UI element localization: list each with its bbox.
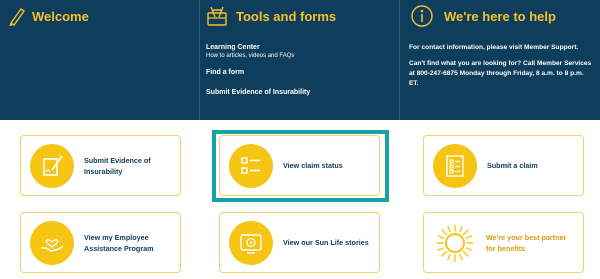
hand-heart-icon xyxy=(30,220,74,265)
card-label: View my Employee Assistance Program xyxy=(84,232,154,253)
card-submit-evidence[interactable]: Submit Evidence of Insurability xyxy=(20,135,181,196)
info-icon xyxy=(411,5,433,27)
card-label: Submit Evidence of Insurability xyxy=(84,155,151,176)
member-support-text[interactable]: For contact information, please visit Me… xyxy=(409,43,595,53)
card-best-partner[interactable]: We're your best partner for benefits xyxy=(423,212,584,273)
tools-links: Learning Center How to articles, videos … xyxy=(206,43,396,97)
card-submit-claim[interactable]: Submit a claim xyxy=(423,135,584,196)
pen-icon xyxy=(9,8,25,26)
document-pen-icon xyxy=(30,143,74,188)
header-banner: Welcome Tools and forms Learning Center … xyxy=(0,0,600,120)
help-text: For contact information, please visit Me… xyxy=(409,43,595,95)
learning-center-subtext: How to articles, videos and FAQs xyxy=(206,53,295,59)
submit-eoi-link[interactable]: Submit Evidence of Insurability xyxy=(206,88,396,97)
card-label: View our Sun Life stories xyxy=(283,238,369,247)
card-label: Submit a claim xyxy=(487,161,538,170)
toolbox-icon xyxy=(207,6,227,26)
video-player-icon xyxy=(229,220,273,265)
member-services-text: Can't find what you are looking for? Cal… xyxy=(409,60,592,87)
learning-center-link[interactable]: Learning Center xyxy=(206,43,396,52)
find-form-link[interactable]: Find a form xyxy=(206,68,396,77)
keyboard-focus-outline xyxy=(212,130,389,202)
help-column: We're here to help For contact informati… xyxy=(399,0,600,120)
card-label: We're your best partner for benefits xyxy=(486,232,567,253)
tools-title: Tools and forms xyxy=(236,9,337,24)
claim-form-icon xyxy=(433,143,477,188)
sun-logo-icon xyxy=(436,223,474,262)
card-employee-assistance[interactable]: View my Employee Assistance Program xyxy=(20,212,181,273)
welcome-title: Welcome xyxy=(32,9,89,24)
welcome-column: Welcome xyxy=(0,0,199,120)
help-title: We're here to help xyxy=(444,9,556,24)
card-sun-life-stories[interactable]: View our Sun Life stories xyxy=(219,212,380,273)
tools-column: Tools and forms Learning Center How to a… xyxy=(199,0,399,120)
